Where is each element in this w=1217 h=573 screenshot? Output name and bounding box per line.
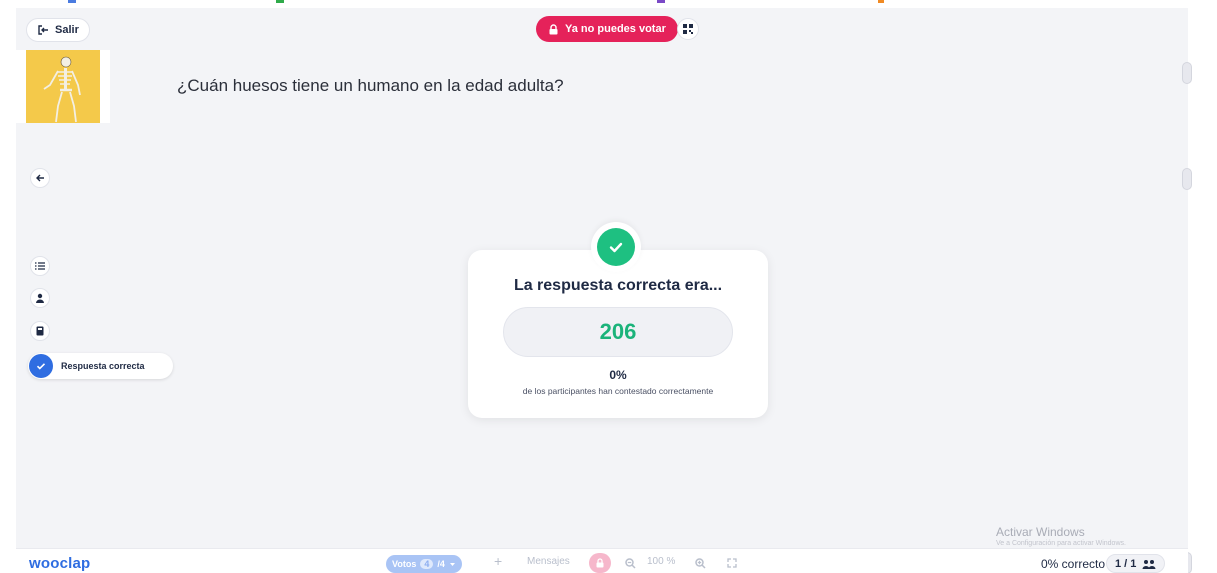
user-icon: [36, 293, 44, 303]
check-icon: [597, 228, 635, 266]
correct-answer-value: 206: [503, 307, 733, 357]
previous-button[interactable]: [30, 168, 50, 188]
chevron-down-icon: [449, 562, 455, 566]
windows-activation-subtitle: Ve a Configuración para activar Windows.: [996, 540, 1126, 547]
windows-activation-title: Activar Windows: [996, 525, 1085, 539]
wooclap-logo[interactable]: wooclap: [29, 555, 90, 572]
list-icon: [35, 262, 45, 270]
exit-label: Salir: [55, 24, 79, 36]
exit-button[interactable]: Salir: [26, 18, 90, 42]
qr-code-icon: [683, 24, 693, 34]
right-margin: [1188, 8, 1217, 573]
messages-button[interactable]: Mensajes: [527, 556, 570, 567]
zoom-out-icon[interactable]: [625, 558, 636, 569]
correct-summary: 0% correcto: [1041, 557, 1106, 571]
exit-icon: [38, 25, 48, 35]
calculator-icon: [36, 326, 44, 336]
result-check-badge: [591, 222, 641, 272]
result-title: La respuesta correcta era...: [513, 277, 723, 294]
lock-icon: [549, 23, 558, 34]
messages-lock-button[interactable]: [589, 553, 611, 573]
lock-icon: [596, 558, 604, 568]
correct-percentage-caption: de los participantes han contestado corr…: [522, 386, 714, 396]
votes-current: 4: [420, 559, 434, 569]
votes-counter[interactable]: Votos 4 /4: [386, 555, 462, 573]
right-panel-handle-middle[interactable]: [1182, 168, 1192, 190]
zoom-level: 100 %: [647, 556, 676, 567]
skeleton-image: [26, 50, 100, 123]
correct-answer-label: Respuesta correcta: [61, 361, 145, 371]
votes-label: Votos: [392, 559, 417, 569]
question-text: ¿Cuán huesos tiene un humano en la edad …: [177, 76, 564, 95]
fullscreen-icon[interactable]: [727, 558, 737, 568]
arrow-left-icon: [36, 174, 44, 182]
voting-closed-label: Ya no puedes votar: [565, 23, 666, 35]
profile-button[interactable]: [30, 288, 50, 308]
plus-icon[interactable]: +: [494, 553, 502, 569]
zoom-in-icon[interactable]: [695, 558, 706, 569]
qr-code-button[interactable]: [677, 18, 699, 40]
votes-total: /4: [437, 559, 445, 569]
slide-counter-text: 1 / 1: [1115, 557, 1137, 570]
correct-answer-toggle[interactable]: Respuesta correcta: [28, 353, 173, 379]
right-panel-handle-top[interactable]: [1182, 62, 1192, 84]
participants-icon: [1142, 559, 1156, 569]
voting-closed-badge: Ya no puedes votar: [536, 16, 678, 42]
check-icon: [29, 354, 53, 378]
slide-counter-button[interactable]: 1 / 1: [1106, 554, 1166, 573]
question-image-thumbnail[interactable]: [16, 50, 110, 123]
calculator-button[interactable]: [30, 321, 50, 341]
question-list-button[interactable]: [30, 256, 50, 276]
correct-percentage: 0%: [609, 368, 627, 382]
